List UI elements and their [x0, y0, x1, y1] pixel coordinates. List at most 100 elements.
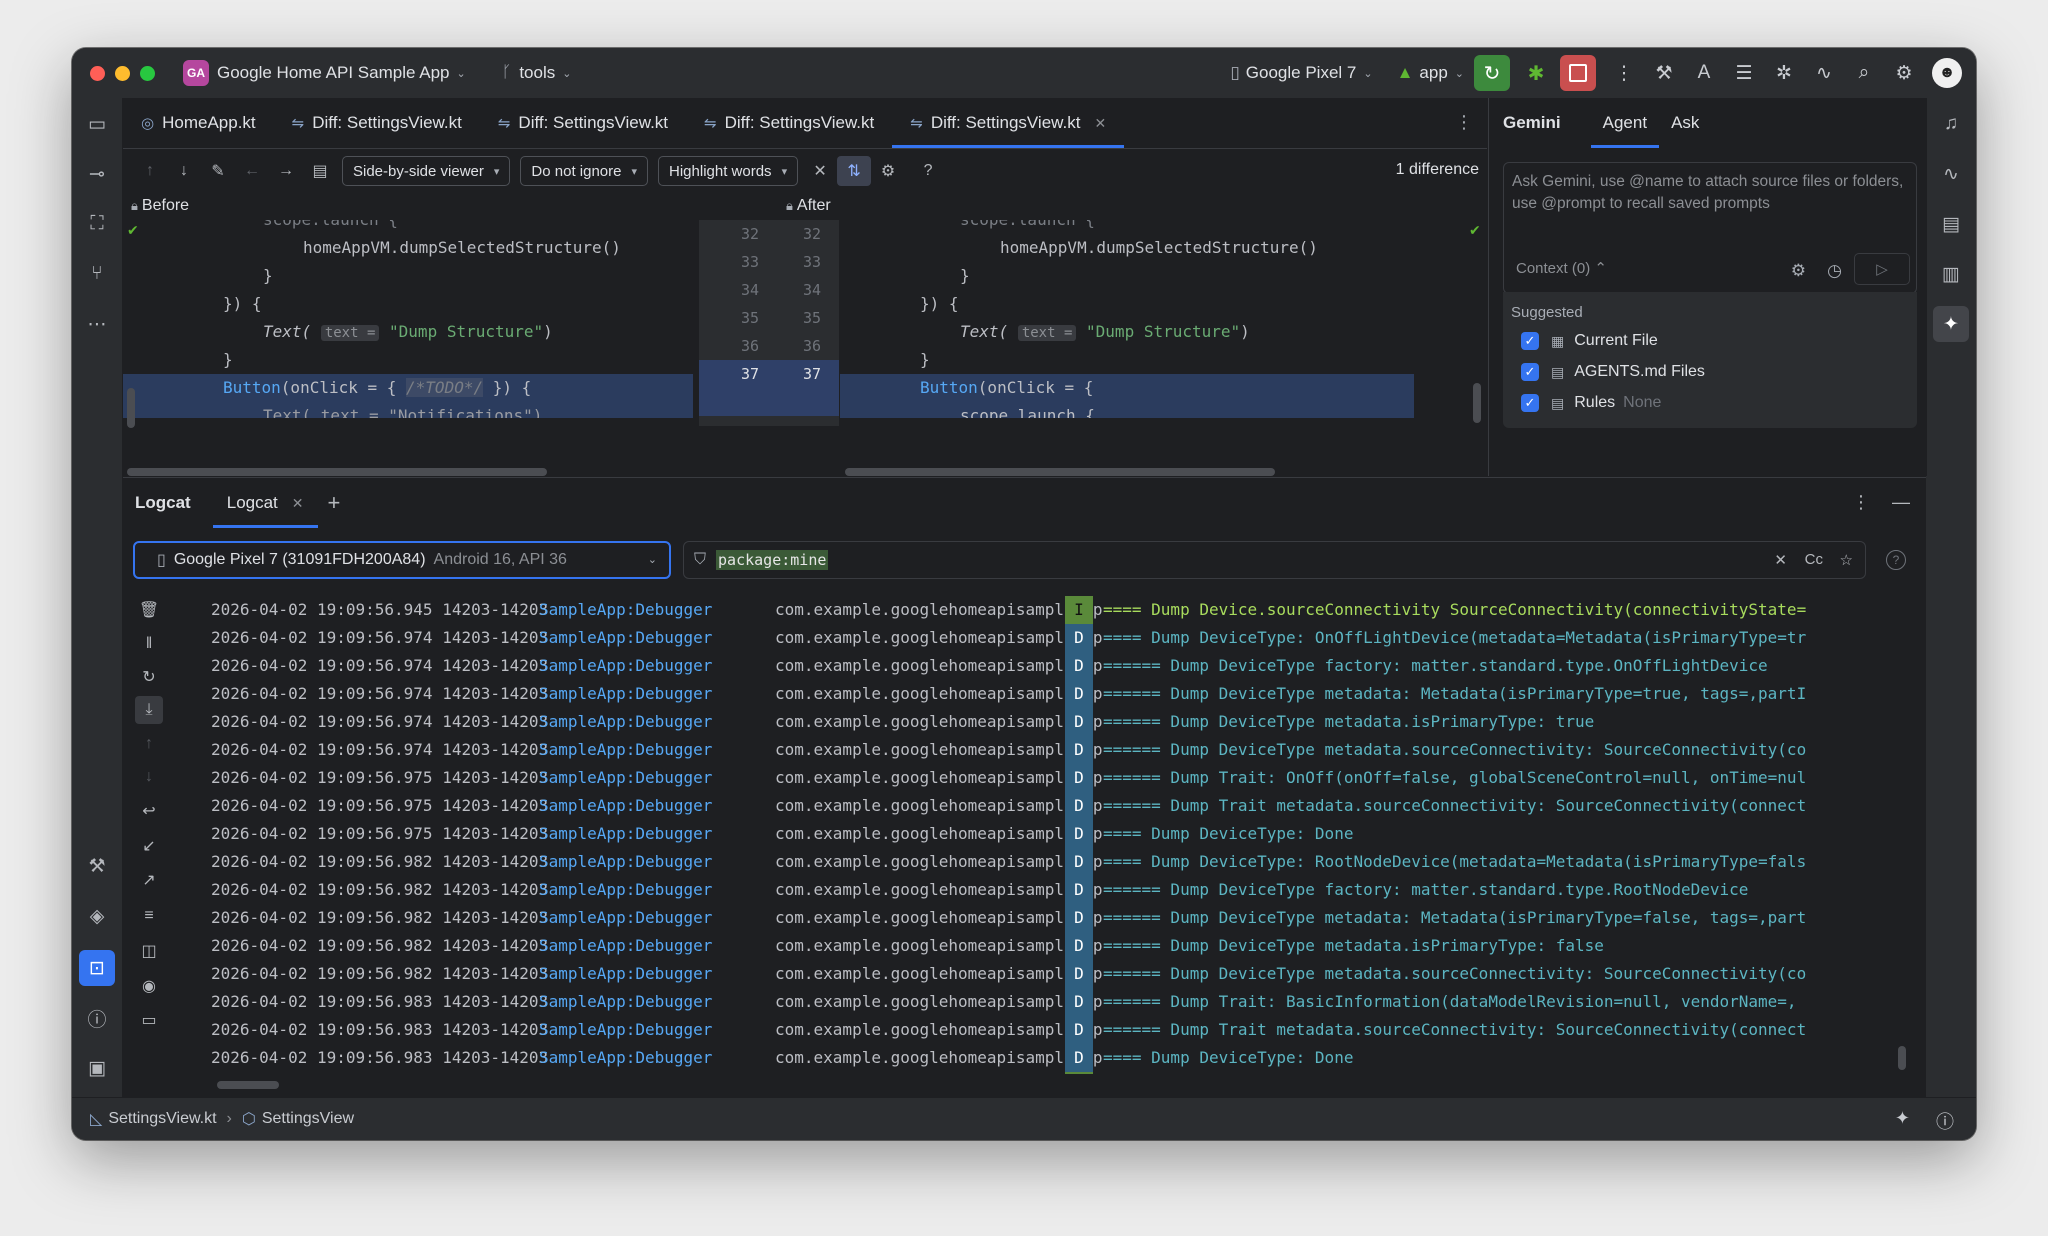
logcat-filter-input[interactable]: ⛉ package:mine ✕ Cc ☆: [683, 541, 1866, 579]
next-occurrence-button[interactable]: ↓: [135, 763, 163, 791]
back-button[interactable]: ←: [235, 156, 269, 186]
log-row[interactable]: 2026-04-02 19:09:56.982 14203-14203 Sampl…: [175, 904, 1892, 932]
alert-circle-icon[interactable]: ⓘ: [1936, 1108, 1954, 1134]
tab-logcat[interactable]: Logcat ✕: [212, 478, 318, 528]
pause-logcat-button[interactable]: ‖: [135, 630, 163, 658]
logcat-horizontal-scrollbar[interactable]: [217, 1081, 279, 1089]
debug-button[interactable]: ✱: [1518, 55, 1554, 91]
before-horizontal-scrollbar[interactable]: [127, 468, 547, 476]
branch-selector[interactable]: ᚴ tools ⌄: [502, 63, 572, 83]
more-tools-button[interactable]: ⋯: [79, 306, 115, 342]
more-actions-button[interactable]: ⋮: [1604, 55, 1644, 91]
terminal-tool-button[interactable]: ▣: [79, 1050, 115, 1086]
stop-button[interactable]: [1560, 55, 1596, 91]
device-selector[interactable]: ▯ Google Pixel 7 ⌄: [1230, 63, 1372, 83]
log-row[interactable]: 2026-04-02 19:09:56.974 14203-14203 Sampl…: [175, 652, 1892, 680]
checkbox-checked-icon[interactable]: ✓: [1521, 394, 1539, 412]
log-row[interactable]: 2026-04-02 19:09:56.982 14203-14203 Sampl…: [175, 848, 1892, 876]
log-row[interactable]: 2026-04-02 19:09:56.974 14203-14203 Sampl…: [175, 736, 1892, 764]
unfold-lines-button[interactable]: ↗: [135, 866, 163, 894]
settings-button[interactable]: ⚙: [1884, 55, 1924, 91]
commit-tool-button[interactable]: ⊸: [79, 156, 115, 192]
clear-filter-icon[interactable]: ✕: [1774, 551, 1787, 569]
zoom-window-button[interactable]: [140, 65, 155, 81]
suggested-item-rules[interactable]: ✓ ▤ Rules None: [1521, 394, 1661, 412]
highlight-mode-dropdown[interactable]: Highlight words ▾: [658, 156, 799, 186]
minimize-window-button[interactable]: [115, 65, 130, 81]
logcat-vertical-scrollbar[interactable]: [1898, 1046, 1906, 1070]
tab-ask[interactable]: Ask: [1659, 98, 1711, 148]
project-selector[interactable]: GA Google Home API Sample App ⌄: [183, 60, 466, 86]
checkbox-checked-icon[interactable]: ✓: [1521, 363, 1539, 381]
log-row[interactable]: 2026-04-02 19:09:56.982 14203-14203 Sampl…: [175, 876, 1892, 904]
log-row[interactable]: 2026-04-02 19:09:56.983 14203-14203Sampl…: [175, 1016, 1892, 1044]
forward-button[interactable]: →: [269, 156, 303, 186]
build-button[interactable]: ⚒: [1644, 55, 1684, 91]
rerun-button[interactable]: ↻: [1474, 55, 1510, 91]
log-row[interactable]: 2026-04-02 19:09:56.982 14203-14203 Sampl…: [175, 932, 1892, 960]
help-icon[interactable]: ?: [1886, 550, 1906, 570]
pull-requests-tool-button[interactable]: ⑂: [79, 256, 115, 292]
notifications-tool-button[interactable]: ♫: [1933, 106, 1969, 142]
after-code-pane[interactable]: scope.launch { homeAppVM.dumpSelectedStr…: [840, 220, 1414, 418]
log-row[interactable]: 2026-04-02 19:09:56.974 14203-14203 Sampl…: [175, 624, 1892, 652]
fold-lines-button[interactable]: ↙: [135, 832, 163, 860]
sync-button[interactable]: ☰: [1724, 55, 1764, 91]
log-row[interactable]: 2026-04-02 19:09:56.975 14203-14203 Sampl…: [175, 792, 1892, 820]
screenshot-button[interactable]: ◉: [135, 972, 163, 1000]
scroll-to-end-button[interactable]: ⤓: [135, 696, 163, 724]
restart-logcat-button[interactable]: ↻: [135, 663, 163, 691]
before-code-pane[interactable]: scope.launch { homeAppVM.dumpSelectedStr…: [123, 220, 693, 418]
sparkle-icon[interactable]: ✦: [1895, 1108, 1910, 1134]
format-button[interactable]: ≡: [135, 902, 163, 930]
viewer-mode-dropdown[interactable]: Side-by-side viewer ▾: [342, 156, 511, 186]
soft-wrap-button[interactable]: ↩: [135, 797, 163, 825]
checkbox-checked-icon[interactable]: ✓: [1521, 332, 1539, 350]
problems-tool-button[interactable]: ⓘ: [79, 1000, 115, 1036]
attach-debugger-button[interactable]: ✲: [1764, 55, 1804, 91]
log-row[interactable]: 2026-04-02 19:09:56.975 14203-14203 Sampl…: [175, 764, 1892, 792]
star-icon[interactable]: ☆: [1840, 551, 1853, 569]
collapse-unchanged-button[interactable]: ✕: [803, 156, 837, 186]
gradle-tool-button[interactable]: ◈: [79, 898, 115, 934]
log-row[interactable]: 2026-04-02 19:09:56.983 14203-14203Sampl…: [175, 1072, 1892, 1074]
ignore-mode-dropdown[interactable]: Do not ignore ▾: [520, 156, 649, 186]
logcat-device-selector[interactable]: ▯ Google Pixel 7 (31091FDH200A84) Androi…: [133, 541, 671, 579]
show-file-button[interactable]: ▤: [303, 156, 337, 186]
gear-icon[interactable]: ⚙: [1791, 261, 1806, 281]
tab-homeapp[interactable]: ◎ HomeApp.kt: [123, 98, 274, 148]
new-logcat-tab-button[interactable]: +: [318, 478, 351, 528]
split-panels-button[interactable]: ◫: [135, 937, 163, 965]
gemini-tool-button[interactable]: ✦: [1933, 306, 1969, 342]
screen-record-button[interactable]: ▭: [135, 1006, 163, 1034]
sync-scroll-button[interactable]: ⇅: [837, 156, 872, 186]
suggested-item-current-file[interactable]: ✓ ▦ Current File: [1521, 332, 1658, 350]
profiler-button[interactable]: ∿: [1804, 55, 1844, 91]
account-avatar[interactable]: ☻: [1932, 58, 1962, 88]
apply-changes-button[interactable]: A: [1684, 55, 1724, 91]
log-row[interactable]: 2026-04-02 19:09:56.982 14203-14203 Sampl…: [175, 960, 1892, 988]
suggested-item-agents-md[interactable]: ✓ ▤ AGENTS.md Files: [1521, 363, 1705, 381]
close-tab-icon[interactable]: ✕: [1094, 115, 1106, 132]
history-icon[interactable]: ◷: [1827, 261, 1842, 281]
before-vertical-scrollbar[interactable]: [127, 388, 135, 428]
tab-diff-settingsview-3[interactable]: ⇋ Diff: SettingsView.kt: [686, 98, 892, 148]
after-horizontal-scrollbar[interactable]: [845, 468, 1275, 476]
context-toggle[interactable]: Context (0) ⌃: [1516, 259, 1607, 277]
edit-source-button[interactable]: ✎: [201, 156, 235, 186]
minimize-icon[interactable]: —: [1892, 492, 1910, 513]
logcat-tool-button[interactable]: ⊡: [79, 950, 115, 986]
tab-agent[interactable]: Agent: [1590, 98, 1660, 148]
gemini-prompt-input[interactable]: Ask Gemini, use @name to attach source f…: [1503, 162, 1917, 294]
build-tool-button[interactable]: ⚒: [79, 848, 115, 884]
app-quality-tool-button[interactable]: ∿: [1933, 156, 1969, 192]
log-row[interactable]: 2026-04-02 19:09:56.983 14203-14203Sampl…: [175, 988, 1892, 1016]
close-window-button[interactable]: [90, 65, 105, 81]
log-row[interactable]: 2026-04-02 19:09:56.974 14203-14203 Sampl…: [175, 708, 1892, 736]
prev-occurrence-button[interactable]: ↑: [135, 730, 163, 758]
running-devices-tool-button[interactable]: ▥: [1933, 256, 1969, 292]
next-diff-button[interactable]: ↓: [167, 156, 201, 186]
device-manager-tool-button[interactable]: ▤: [1933, 206, 1969, 242]
diff-help-button[interactable]: ?: [911, 156, 945, 186]
log-row[interactable]: 2026-04-02 19:09:56.945 14203-14203 Sampl…: [175, 596, 1892, 624]
